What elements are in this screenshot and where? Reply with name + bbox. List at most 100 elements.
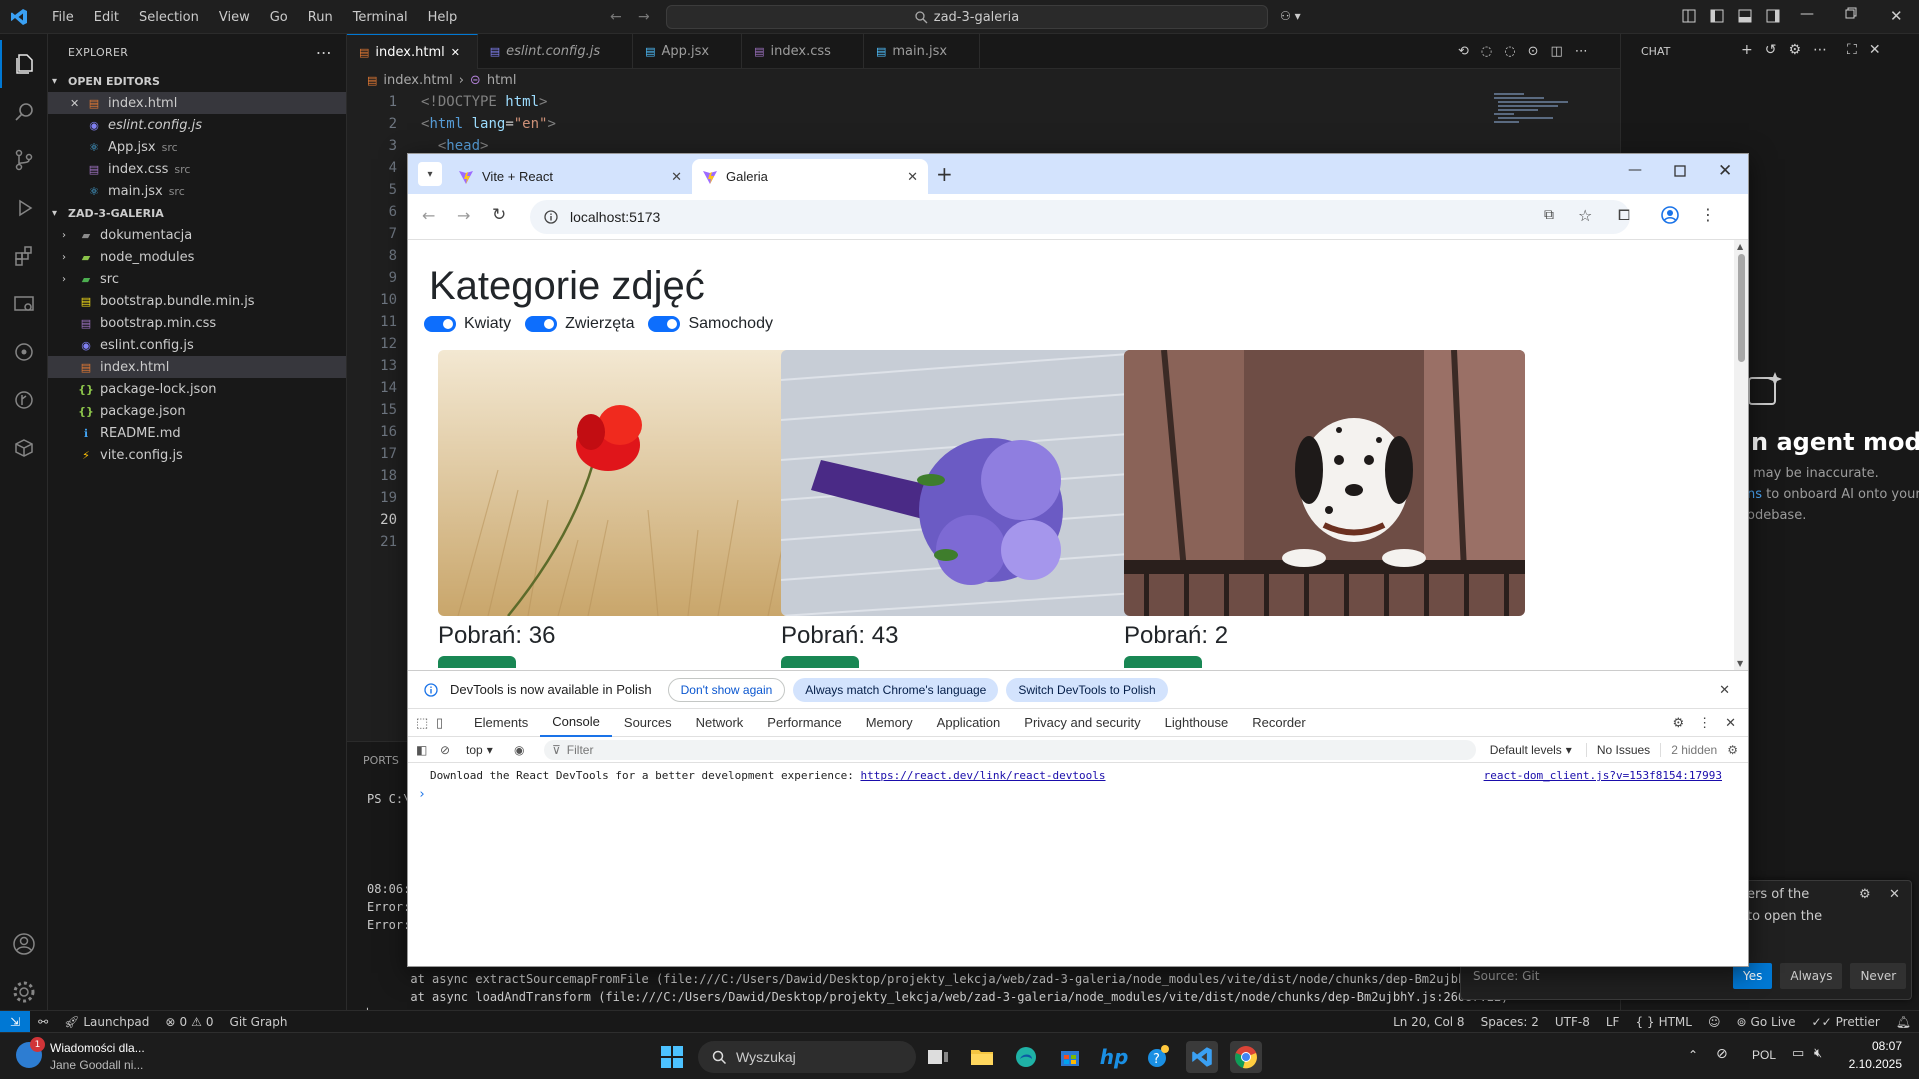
devtools-tab[interactable]: Privacy and security xyxy=(1012,709,1152,737)
chrome-taskbar-icon[interactable] xyxy=(1230,1041,1262,1073)
browser-tab-active[interactable]: Galeria ✕ xyxy=(692,159,928,194)
menu-file[interactable]: File xyxy=(42,10,84,25)
download-button[interactable] xyxy=(438,656,516,668)
close-icon[interactable]: ✕ xyxy=(1719,682,1730,698)
close-tab-icon[interactable]: ✕ xyxy=(907,169,918,185)
maximize-icon[interactable] xyxy=(1674,165,1686,177)
translate-icon[interactable]: ⧉ xyxy=(1544,207,1554,223)
page-scrollbar[interactable]: ▲ ▼ xyxy=(1734,240,1748,670)
accounts-icon[interactable] xyxy=(0,920,48,968)
menu-help[interactable]: Help xyxy=(418,10,468,25)
network-off-icon[interactable]: ⊘ xyxy=(1716,1046,1728,1062)
match-language-button[interactable]: Always match Chrome's language xyxy=(793,677,999,702)
toggle-switch[interactable] xyxy=(525,316,558,332)
breadcrumb-file[interactable]: index.html xyxy=(383,73,452,88)
source-control-icon[interactable] xyxy=(0,136,48,184)
open-editors-header[interactable]: ▾ OPEN EDITORS xyxy=(48,70,346,92)
console-settings-icon[interactable]: ⚙ xyxy=(1727,743,1738,757)
toggle-panel-icon[interactable] xyxy=(1738,9,1752,23)
command-center-search[interactable]: zad-3-galeria xyxy=(666,5,1268,29)
switch-kwiaty[interactable]: Kwiaty xyxy=(424,315,511,333)
settings-gear-icon[interactable]: ⚙ xyxy=(1859,887,1871,902)
clock-date[interactable]: 2.10.2025 xyxy=(1832,1057,1902,1071)
language-mode[interactable]: { } HTML xyxy=(1627,1011,1700,1033)
close-window-icon[interactable]: ✕ xyxy=(1718,161,1732,181)
always-button[interactable]: Always xyxy=(1780,963,1843,989)
toggle-switch[interactable] xyxy=(648,316,681,332)
devtools-tab[interactable]: Memory xyxy=(854,709,925,737)
menu-go[interactable]: Go xyxy=(260,10,298,25)
folder-item[interactable]: › ▰ src xyxy=(48,268,346,290)
help-app-icon[interactable]: ? xyxy=(1142,1041,1174,1073)
close-icon[interactable]: ✕ xyxy=(451,46,465,59)
run-debug-icon[interactable] xyxy=(0,184,48,232)
issues-counter[interactable]: No Issues xyxy=(1585,742,1650,757)
display-icon[interactable]: ▭ xyxy=(1792,1046,1804,1061)
news-title[interactable]: Wiadomości dla... xyxy=(50,1041,145,1055)
browser-tab[interactable]: Vite + React ✕ xyxy=(448,159,692,194)
cursor-position[interactable]: Ln 20, Col 8 xyxy=(1385,1011,1473,1033)
source-location-link[interactable]: react-dom_client.js?v=153f8154:17993 xyxy=(1484,769,1722,782)
containers-icon[interactable] xyxy=(0,424,48,472)
menu-run[interactable]: Run xyxy=(298,10,343,25)
go-live-icon[interactable]: ⊙ xyxy=(1528,44,1539,59)
close-devtools-icon[interactable]: ✕ xyxy=(1725,715,1736,731)
breadcrumb-node[interactable]: html xyxy=(487,73,517,88)
maximize-icon[interactable]: ⛶ xyxy=(1847,42,1857,58)
file-item[interactable]: ◉ eslint.config.js xyxy=(48,334,346,356)
remote-explorer-icon[interactable] xyxy=(0,280,48,328)
chrome-menu-icon[interactable]: ⋮ xyxy=(1700,205,1716,224)
devtools-tab[interactable]: Network xyxy=(684,709,756,737)
settings-gear-icon[interactable] xyxy=(0,968,48,1016)
copilot-icon[interactable]: ⚇ ▾ xyxy=(1280,9,1301,23)
switch-zwierzeta[interactable]: Zwierzęta xyxy=(525,315,634,333)
menu-terminal[interactable]: Terminal xyxy=(343,10,418,25)
close-tab-icon[interactable]: ✕ xyxy=(671,169,682,185)
scrollbar-thumb[interactable] xyxy=(1738,254,1745,362)
bookmark-star-icon[interactable]: ☆ xyxy=(1578,206,1592,225)
extensions-icon[interactable]: ⧠ xyxy=(1618,206,1630,224)
git-graph-item[interactable]: Git Graph xyxy=(222,1011,296,1033)
problems-item[interactable]: ⊗ 0 ⚠ 0 xyxy=(157,1011,221,1033)
log-levels-dropdown[interactable]: Default levels ▾ xyxy=(1490,743,1572,757)
editor-tab[interactable]: ▤ index.css xyxy=(742,34,864,69)
more-actions-icon[interactable]: ⋯ xyxy=(1813,42,1827,58)
minimize-icon[interactable]: — xyxy=(1800,6,1814,22)
more-actions-icon[interactable]: ⋯ xyxy=(316,43,332,62)
close-icon[interactable]: ✕ xyxy=(1869,42,1881,58)
back-icon[interactable]: ← xyxy=(422,206,435,225)
open-editor-item[interactable]: ⚛ App.jsx src xyxy=(48,136,346,158)
file-item[interactable]: {} package.json xyxy=(48,400,346,422)
switch-samochody[interactable]: Samochody xyxy=(648,315,773,333)
notifications-bell-icon[interactable]: 🔔︎ xyxy=(1888,1011,1919,1033)
profile-avatar-icon[interactable] xyxy=(1661,206,1679,224)
diff-next-icon[interactable]: ◌ xyxy=(1504,44,1515,59)
search-icon[interactable] xyxy=(0,88,48,136)
prettier-item[interactable]: ✓✓ Prettier xyxy=(1804,1011,1888,1033)
editor-tab[interactable]: ▤ index.html ✕ xyxy=(347,34,478,69)
git-graph-icon[interactable] xyxy=(0,376,48,424)
site-info-icon[interactable] xyxy=(544,210,558,224)
close-window-icon[interactable]: ✕ xyxy=(1890,7,1903,25)
tab-search-icon[interactable]: ▾ xyxy=(418,162,442,186)
open-editor-item[interactable]: ⚛ main.jsx src xyxy=(48,180,346,202)
file-item[interactable]: ℹ README.md xyxy=(48,422,346,444)
download-button[interactable] xyxy=(1124,656,1202,668)
react-devtools-link[interactable]: https://react.dev/link/react-devtools xyxy=(860,769,1105,782)
devtools-tab[interactable]: Sources xyxy=(612,709,684,737)
open-editor-item[interactable]: ✕ ▤ index.html xyxy=(48,92,346,114)
file-item[interactable]: ▤ bootstrap.bundle.min.js xyxy=(48,290,346,312)
clear-console-icon[interactable]: ⊘ xyxy=(440,743,466,757)
close-icon[interactable]: ✕ xyxy=(1889,887,1900,902)
history-icon[interactable]: ↺ xyxy=(1765,42,1777,58)
clock-time[interactable]: 08:07 xyxy=(1852,1039,1902,1053)
nav-forward-icon[interactable]: → xyxy=(638,9,650,25)
live-expression-eye-icon[interactable]: ◉ xyxy=(514,743,544,757)
file-explorer-icon[interactable] xyxy=(966,1041,998,1073)
dont-show-again-button[interactable]: Don't show again xyxy=(667,677,786,702)
download-button[interactable] xyxy=(781,656,859,668)
chevron-up-icon[interactable]: ⌃ xyxy=(1688,1048,1698,1062)
folder-item[interactable]: › ▰ node_modules xyxy=(48,246,346,268)
diff-prev-icon[interactable]: ◌ xyxy=(1481,44,1492,59)
settings-gear-icon[interactable]: ⚙ xyxy=(1672,715,1684,731)
